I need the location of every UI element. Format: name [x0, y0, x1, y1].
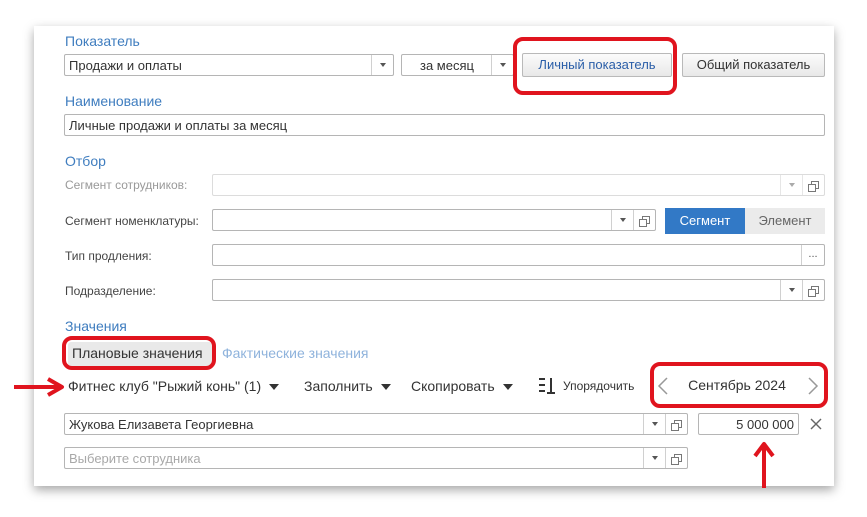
filter-section-title: Отбор — [65, 153, 106, 169]
chevron-down-icon — [502, 384, 513, 391]
values-section-title: Значения — [65, 318, 127, 334]
highlight-frame — [62, 336, 216, 370]
amount-input[interactable]: 5 000 000 — [698, 413, 799, 435]
chevron-down-icon[interactable] — [780, 175, 802, 195]
period-value: за месяц — [420, 58, 474, 73]
fill-label: Заполнить — [304, 378, 373, 394]
chevron-down-icon[interactable] — [371, 55, 393, 75]
new-employee-select[interactable]: Выберите сотрудника — [64, 447, 688, 469]
segment-toggle[interactable]: Сегмент — [665, 208, 745, 234]
employee-segment-label: Сегмент сотрудников: — [65, 178, 188, 192]
copy-label: Скопировать — [411, 378, 495, 394]
chevron-down-icon[interactable] — [611, 210, 633, 230]
open-icon[interactable] — [665, 414, 687, 434]
element-toggle[interactable]: Элемент — [745, 208, 825, 234]
extension-type-input[interactable]: ... — [212, 244, 825, 266]
chevron-down-icon[interactable] — [643, 414, 665, 434]
nomenclature-segment-select[interactable] — [212, 209, 656, 231]
open-icon[interactable] — [802, 175, 824, 195]
sort-icon[interactable] — [537, 376, 557, 396]
amount-value: 5 000 000 — [736, 417, 794, 432]
chevron-down-icon[interactable] — [491, 55, 513, 75]
open-icon[interactable] — [802, 280, 824, 300]
open-icon[interactable] — [633, 210, 655, 230]
name-section-title: Наименование — [65, 93, 163, 109]
department-select[interactable] — [212, 279, 825, 301]
select-button[interactable]: ... — [801, 245, 824, 265]
close-icon[interactable] — [809, 417, 823, 431]
fill-menu[interactable]: Заполнить — [304, 378, 391, 394]
indicator-section-title: Показатель — [65, 33, 140, 49]
employee-segment-select[interactable] — [212, 174, 825, 196]
club-label: Фитнес клуб "Рыжий конь" (1) — [68, 378, 262, 394]
common-indicator-button[interactable]: Общий показатель — [682, 53, 825, 77]
tab-actual-values[interactable]: Фактические значения — [222, 345, 369, 361]
nomenclature-segment-label: Сегмент номенклатуры: — [65, 214, 199, 228]
new-employee-placeholder: Выберите сотрудника — [69, 451, 201, 466]
chevron-down-icon[interactable] — [643, 448, 665, 468]
name-value: Личные продажи и оплаты за месяц — [69, 118, 288, 133]
department-label: Подразделение: — [65, 284, 156, 298]
chevron-down-icon — [380, 384, 391, 391]
name-input[interactable]: Личные продажи и оплаты за месяц — [64, 114, 825, 136]
chevron-down-icon[interactable] — [780, 280, 802, 300]
indicator-select[interactable]: Продажи и оплаты — [64, 54, 394, 76]
extension-type-label: Тип продления: — [65, 249, 152, 263]
employee-select[interactable]: Жукова Елизавета Георгиевна — [64, 413, 688, 435]
highlight-frame — [513, 37, 677, 95]
arrow-right-icon — [14, 377, 64, 397]
employee-value: Жукова Елизавета Георгиевна — [69, 417, 254, 432]
club-menu[interactable]: Фитнес клуб "Рыжий конь" (1) — [68, 378, 280, 394]
indicator-value: Продажи и оплаты — [69, 58, 182, 73]
arrow-up-icon — [753, 442, 775, 488]
open-icon[interactable] — [665, 448, 687, 468]
copy-menu[interactable]: Скопировать — [411, 378, 513, 394]
period-select[interactable]: за месяц — [401, 54, 514, 76]
chevron-down-icon — [269, 384, 280, 391]
highlight-frame — [650, 362, 828, 408]
sort-button[interactable]: Упорядочить — [563, 379, 634, 393]
